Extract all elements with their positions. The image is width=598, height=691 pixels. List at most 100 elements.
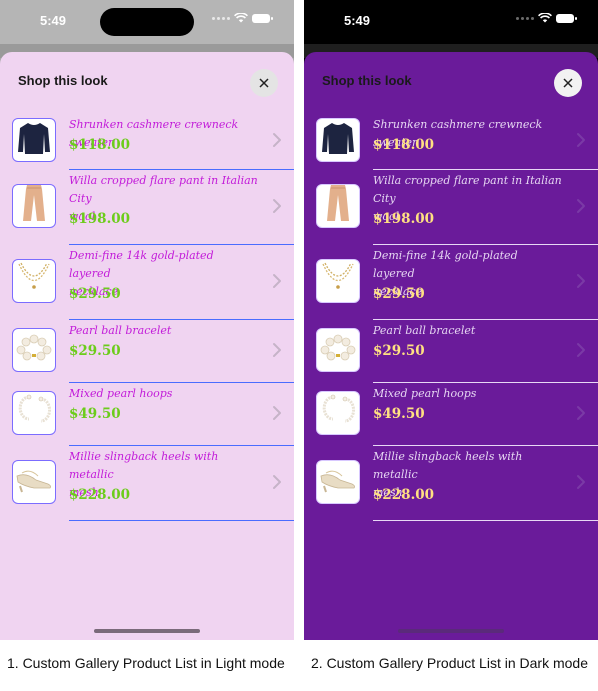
product-price: $49.50 xyxy=(69,406,121,422)
chevron-right-icon[interactable] xyxy=(576,342,586,358)
system-icons xyxy=(212,13,273,23)
product-name: Mixed pearl hoops xyxy=(69,385,258,403)
dark-mode-screen: 5:49 Shop this look Shrunken cashmere cr… xyxy=(304,0,598,640)
home-indicator[interactable] xyxy=(398,629,504,633)
wifi-icon xyxy=(234,13,248,23)
product-thumbnail[interactable] xyxy=(12,459,56,504)
earrings-icon xyxy=(15,392,53,434)
sweater-icon xyxy=(17,120,51,161)
dark-mode-caption: 2. Custom Gallery Product List in Dark m… xyxy=(311,655,588,671)
chevron-right-icon[interactable] xyxy=(576,474,586,490)
necklace-icon xyxy=(319,260,357,302)
signal-icon xyxy=(516,16,534,20)
necklace-icon xyxy=(15,260,53,302)
product-price: $198.00 xyxy=(373,211,435,227)
product-list-item[interactable]: Pearl ball bracelet $29.50 xyxy=(0,320,294,383)
product-name-line: Pearl ball bracelet xyxy=(373,324,476,337)
home-indicator[interactable] xyxy=(94,629,200,633)
product-name-line: Willa cropped flare pant in Italian City xyxy=(69,174,258,205)
chevron-right-icon[interactable] xyxy=(272,474,282,490)
product-price: $49.50 xyxy=(373,406,425,422)
shop-the-look-sheet: Shop this look Shrunken cashmere crewnec… xyxy=(304,52,598,640)
product-thumbnail[interactable] xyxy=(316,390,360,435)
chevron-right-icon[interactable] xyxy=(576,273,586,289)
product-list-item[interactable]: Mixed pearl hoops $49.50 xyxy=(304,383,598,446)
product-list-item[interactable]: Shrunken cashmere crewneck sweater $118.0… xyxy=(0,114,294,170)
product-name-line: Mixed pearl hoops xyxy=(69,387,173,400)
earrings-icon xyxy=(319,392,357,434)
battery-icon xyxy=(252,13,273,23)
product-name-line: Millie slingback heels with metallic xyxy=(69,450,219,481)
product-price: $228.00 xyxy=(69,487,131,503)
close-button[interactable] xyxy=(250,69,278,97)
chevron-right-icon[interactable] xyxy=(272,273,282,289)
product-price: $118.00 xyxy=(69,137,131,153)
bracelet-icon xyxy=(319,332,357,367)
shop-the-look-sheet: Shop this look Shrunken cashmere crewnec… xyxy=(0,52,294,640)
heels-icon xyxy=(14,464,54,499)
product-list-item[interactable]: Millie slingback heels with metallic mesh… xyxy=(304,446,598,521)
heels-icon xyxy=(318,464,358,499)
product-thumbnail[interactable] xyxy=(12,390,56,435)
product-name-line: Willa cropped flare pant in Italian City xyxy=(373,174,562,205)
product-list-item[interactable]: Pearl ball bracelet $29.50 xyxy=(304,320,598,383)
product-price: $228.00 xyxy=(373,487,435,503)
product-list-item[interactable]: Mixed pearl hoops $49.50 xyxy=(0,383,294,446)
product-price: $198.00 xyxy=(69,211,131,227)
product-price: $29.50 xyxy=(373,286,425,302)
system-icons xyxy=(516,13,577,23)
pants-icon xyxy=(323,185,353,227)
row-separator xyxy=(69,520,294,521)
wifi-icon xyxy=(538,13,552,23)
chevron-right-icon[interactable] xyxy=(272,342,282,358)
chevron-right-icon[interactable] xyxy=(272,132,282,148)
product-price: $29.50 xyxy=(373,343,425,359)
product-thumbnail[interactable] xyxy=(12,258,56,303)
product-thumbnail[interactable] xyxy=(12,118,56,162)
product-name-line: Demi-fine 14k gold-plated layered xyxy=(373,249,518,280)
product-thumbnail[interactable] xyxy=(12,183,56,228)
product-list-item[interactable]: Willa cropped flare pant in Italian City… xyxy=(0,170,294,245)
product-thumbnail[interactable] xyxy=(12,327,56,372)
product-thumbnail[interactable] xyxy=(316,459,360,504)
row-separator xyxy=(373,520,598,521)
chevron-right-icon[interactable] xyxy=(576,198,586,214)
product-list-item[interactable]: Shrunken cashmere crewneck sweater $118.0… xyxy=(304,114,598,170)
product-price: $118.00 xyxy=(373,137,435,153)
product-name: Pearl ball bracelet xyxy=(69,322,258,340)
chevron-right-icon[interactable] xyxy=(576,405,586,421)
sweater-icon xyxy=(321,120,355,161)
close-icon xyxy=(563,78,573,88)
product-name-line: Demi-fine 14k gold-plated layered xyxy=(69,249,214,280)
sheet-title: Shop this look xyxy=(322,73,412,88)
product-thumbnail[interactable] xyxy=(316,183,360,228)
close-button[interactable] xyxy=(554,69,582,97)
product-name-line: Millie slingback heels with metallic xyxy=(373,450,523,481)
battery-icon xyxy=(556,13,577,23)
dynamic-island xyxy=(100,8,194,36)
status-bar: 5:49 xyxy=(0,0,294,44)
signal-icon xyxy=(212,16,230,20)
chevron-right-icon[interactable] xyxy=(272,405,282,421)
product-name-line: Mixed pearl hoops xyxy=(373,387,477,400)
product-list-item[interactable]: Demi-fine 14k gold-plated layered necklac… xyxy=(304,245,598,320)
chevron-right-icon[interactable] xyxy=(272,198,282,214)
product-list-item[interactable]: Demi-fine 14k gold-plated layered necklac… xyxy=(0,245,294,320)
status-bar: 5:49 xyxy=(304,0,598,44)
product-price: $29.50 xyxy=(69,286,121,302)
product-thumbnail[interactable] xyxy=(316,258,360,303)
light-mode-caption: 1. Custom Gallery Product List in Light … xyxy=(7,655,285,671)
sheet-title: Shop this look xyxy=(18,73,108,88)
product-name: Mixed pearl hoops xyxy=(373,385,562,403)
product-list-item[interactable]: Millie slingback heels with metallic mesh… xyxy=(0,446,294,521)
status-time: 5:49 xyxy=(344,13,371,28)
pants-icon xyxy=(19,185,49,227)
product-price: $29.50 xyxy=(69,343,121,359)
close-icon xyxy=(259,78,269,88)
product-thumbnail[interactable] xyxy=(316,118,360,162)
product-list-item[interactable]: Willa cropped flare pant in Italian City… xyxy=(304,170,598,245)
light-mode-screen: 5:49 Shop this look Shrunken cashmere cr… xyxy=(0,0,294,640)
product-name-line: Pearl ball bracelet xyxy=(69,324,172,337)
product-thumbnail[interactable] xyxy=(316,327,360,372)
chevron-right-icon[interactable] xyxy=(576,132,586,148)
